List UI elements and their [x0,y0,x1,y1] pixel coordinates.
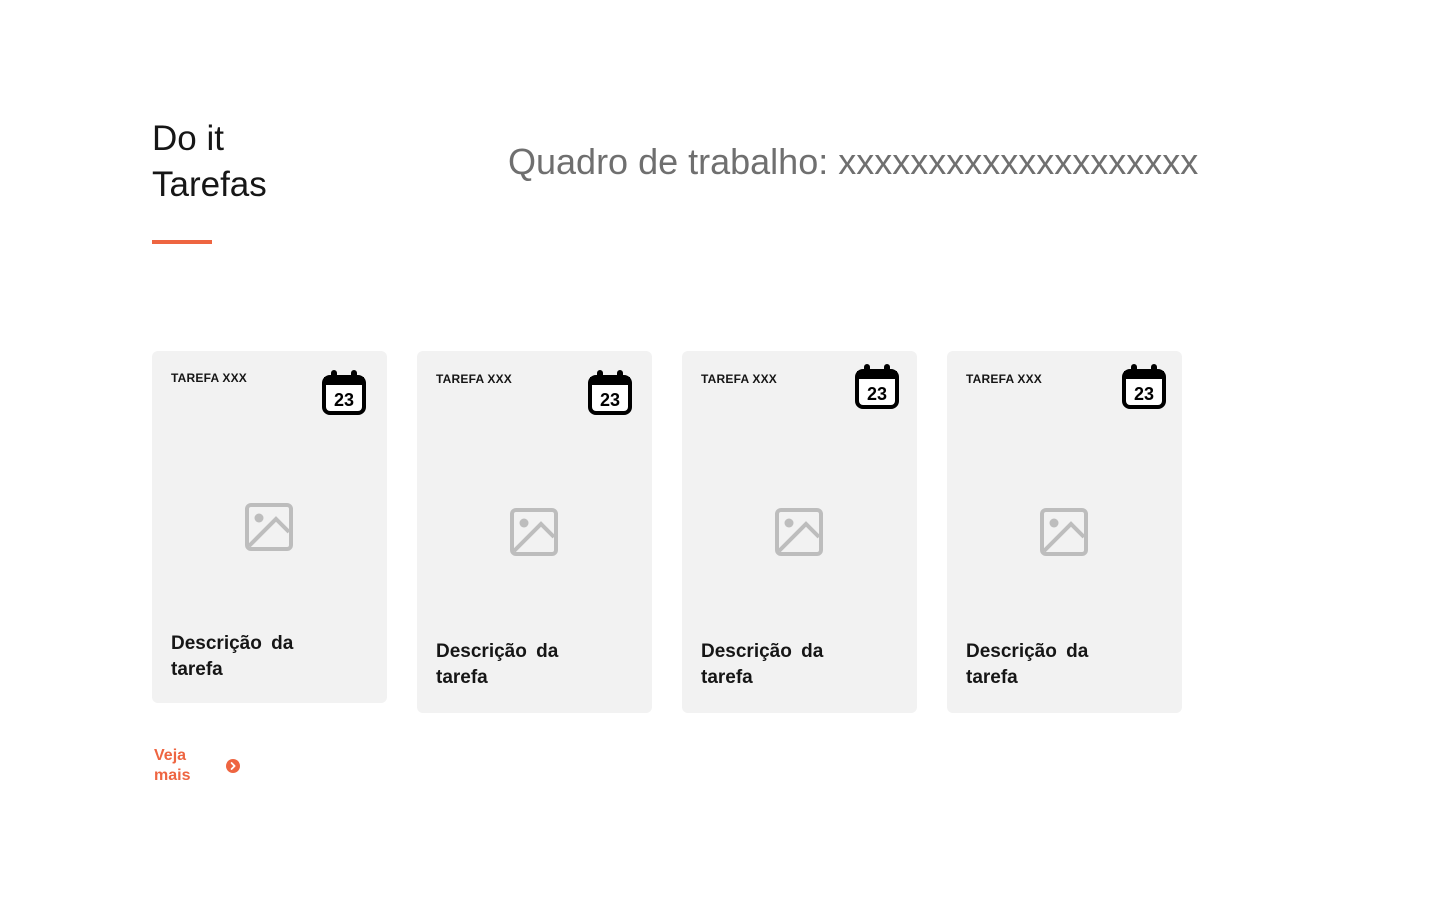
brand-line-1: Do it [152,119,224,158]
task-card[interactable]: TAREFA XXX 23 Descrição da tarefa [152,351,387,703]
task-card-label: TAREFA XXX [701,372,778,386]
calendar-day: 23 [867,384,887,404]
calendar-icon[interactable]: 23 [322,369,366,415]
calendar-icon[interactable]: 23 [588,369,632,415]
brand-title: Do it Tarefas [152,116,267,208]
brand-accent-underline [152,240,212,244]
board-title: Quadro de trabalho: xxxxxxxxxxxxxxxxxxxx [508,141,1199,182]
task-card-description: Descrição da tarefa [966,641,1089,688]
task-card[interactable]: TAREFA XXX 23 Descrição da tarefa [682,351,917,713]
calendar-day: 23 [600,390,620,410]
task-card-description: Descrição da tarefa [171,633,294,680]
chevron-right-circle-icon[interactable] [226,759,240,773]
see-more-label[interactable]: Veja mais [154,746,210,786]
image-placeholder-icon [775,508,823,556]
calendar-day: 23 [334,390,354,410]
task-card-description: Descrição da tarefa [701,641,824,688]
task-card-description: Descrição da tarefa [436,641,559,688]
brand-line-2: Tarefas [152,165,267,204]
calendar-day: 23 [1134,384,1154,404]
calendar-icon[interactable]: 23 [1122,363,1166,409]
task-card-label: TAREFA XXX [171,371,248,385]
see-more-link[interactable]: Veja mais [154,746,240,786]
task-card-label: TAREFA XXX [436,372,513,386]
image-placeholder-icon [510,508,558,556]
image-placeholder-icon [245,503,293,551]
task-card[interactable]: TAREFA XXX 23 Descrição da tarefa [947,351,1182,713]
task-card-label: TAREFA XXX [966,372,1043,386]
task-card[interactable]: TAREFA XXX 23 Descrição da tarefa [417,351,652,713]
image-placeholder-icon [1040,508,1088,556]
calendar-icon[interactable]: 23 [855,363,899,409]
